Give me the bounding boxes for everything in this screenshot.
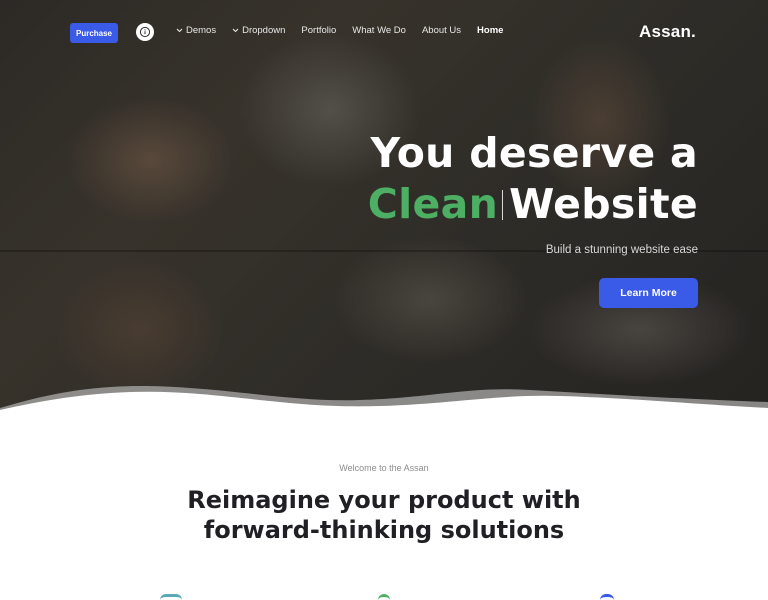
typing-cursor bbox=[502, 190, 504, 220]
nav-item-label: Home bbox=[477, 25, 504, 36]
nav-item-label: Demos bbox=[186, 25, 217, 36]
learn-more-button[interactable]: Learn More bbox=[599, 278, 698, 308]
nav-item-label: Dropdown bbox=[242, 25, 286, 36]
nav-item-what-we-do[interactable]: What We Do bbox=[352, 25, 406, 36]
headline-rest: Website bbox=[509, 180, 698, 228]
headline-line-2: Clean Website bbox=[368, 178, 698, 230]
nav-item-about-us[interactable]: About Us bbox=[422, 25, 461, 36]
feature-icon-peek bbox=[160, 594, 182, 600]
purchase-button[interactable]: Purchase bbox=[70, 23, 118, 43]
chevron-down-icon bbox=[232, 28, 239, 33]
nav-item-label: Portfolio bbox=[301, 25, 337, 36]
nav-item-label: About Us bbox=[421, 25, 462, 36]
brand-logo[interactable]: Assan. bbox=[639, 22, 696, 42]
hero-wave-divider bbox=[0, 386, 768, 420]
nav-item-dropdown[interactable]: Dropdown bbox=[232, 25, 285, 36]
top-navbar: Purchase Demos Dropdown Portfolio What W… bbox=[0, 0, 768, 64]
chevron-down-icon bbox=[176, 28, 183, 33]
section-title-line-2: forward-thinking solutions bbox=[203, 516, 565, 544]
headline-line-1: You deserve a bbox=[370, 129, 698, 177]
section-title: Reimagine your product with forward-thin… bbox=[0, 485, 768, 545]
hero-headline: You deserve a Clean Website bbox=[368, 128, 698, 230]
feature-icon-peek bbox=[600, 594, 614, 600]
info-circle-icon[interactable] bbox=[136, 23, 154, 41]
hero-subtitle: Build a stunning website ease bbox=[545, 244, 698, 256]
section-eyebrow: Welcome to the Assan bbox=[339, 463, 429, 473]
headline-accent-word: Clean bbox=[367, 180, 499, 228]
nav-item-home[interactable]: Home bbox=[477, 25, 503, 36]
nav-links: Demos Dropdown Portfolio What We Do Abou… bbox=[176, 25, 519, 36]
section-title-line-1: Reimagine your product with bbox=[187, 486, 581, 514]
feature-icon-peek bbox=[378, 594, 390, 600]
nav-item-label: What We Do bbox=[352, 25, 406, 36]
nav-item-demos[interactable]: Demos bbox=[176, 25, 216, 36]
nav-item-portfolio[interactable]: Portfolio bbox=[301, 25, 336, 36]
